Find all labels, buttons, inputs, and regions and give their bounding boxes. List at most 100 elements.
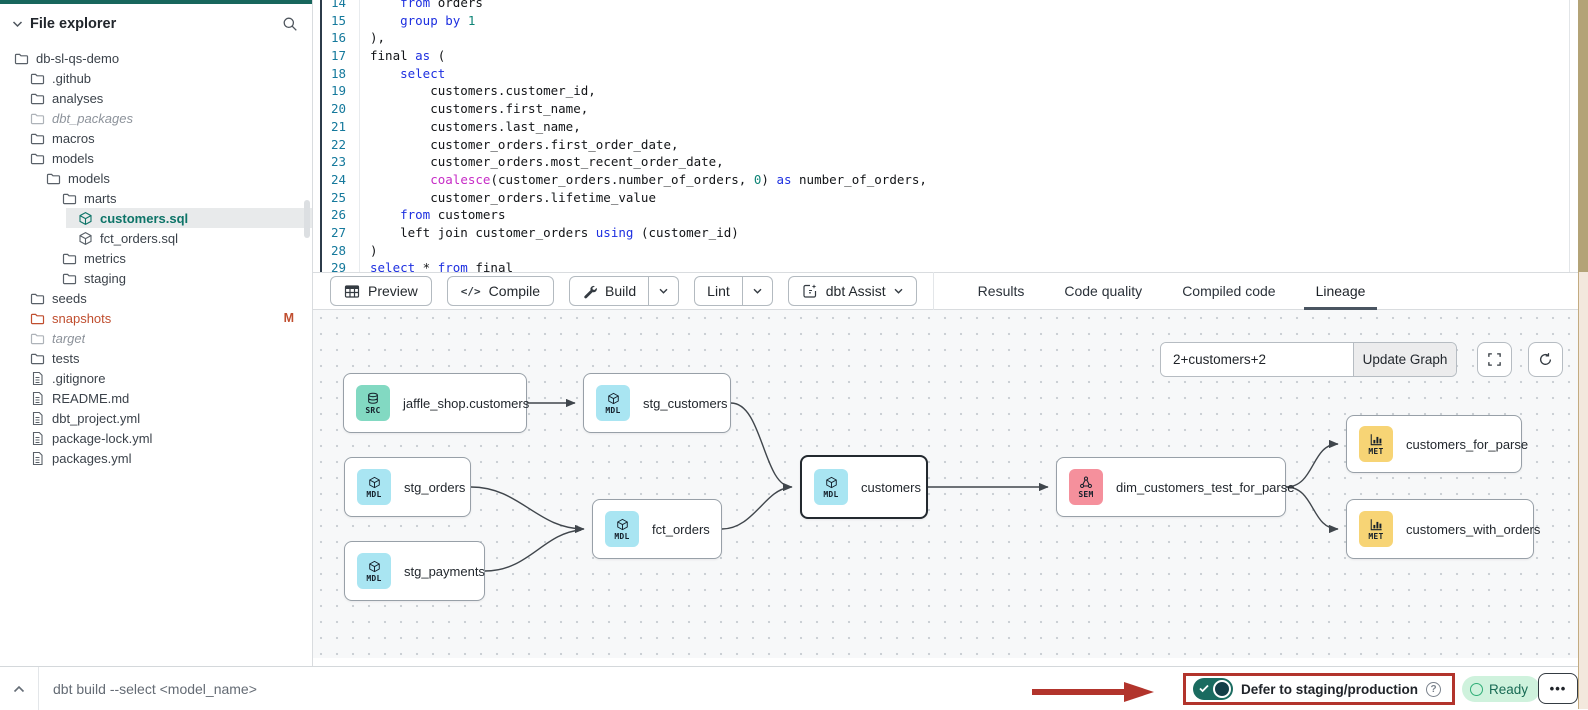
lineage-node-stg-payments[interactable]: MDL stg_payments <box>344 541 485 601</box>
defer-toggle[interactable] <box>1193 678 1233 700</box>
code-line[interactable]: 21 customers.last_name, <box>322 118 1578 136</box>
code-line[interactable]: 27 left join customer_orders using (cust… <box>322 224 1578 242</box>
code-line[interactable]: 25 customer_orders.lifetime_value <box>322 189 1578 207</box>
chevron-up-icon[interactable] <box>0 667 38 710</box>
lint-dropdown[interactable] <box>743 276 773 306</box>
folder-icon <box>46 171 61 186</box>
tab-lineage[interactable]: Lineage <box>1296 272 1386 310</box>
model-badge: MDL <box>605 511 639 547</box>
code-text: ), <box>360 29 385 47</box>
more-options-button[interactable]: ••• <box>1538 673 1578 704</box>
update-graph-button[interactable]: Update Graph <box>1353 343 1456 376</box>
node-label: jaffle_shop.customers <box>403 396 529 411</box>
folder-icon <box>30 291 45 306</box>
code-line[interactable]: 14 from orders <box>322 0 1578 12</box>
lineage-node-customers-with-orders[interactable]: MET customers_with_orders <box>1346 499 1534 559</box>
node-label: customers_with_orders <box>1406 522 1540 537</box>
code-line[interactable]: 18 select <box>322 65 1578 83</box>
dbt-assist-button[interactable]: dbt Assist <box>788 276 917 306</box>
file-tree-item[interactable]: customers.sql <box>0 208 312 228</box>
tab-results[interactable]: Results <box>958 272 1045 310</box>
code-line[interactable]: 15 group by 1 <box>322 12 1578 30</box>
lineage-node-fct-orders[interactable]: MDL fct_orders <box>592 499 722 559</box>
file-tree-item[interactable]: snapshots M <box>0 308 312 328</box>
node-label: dim_customers_test_for_parse <box>1116 480 1294 495</box>
file-tree-item[interactable]: analyses <box>0 88 312 108</box>
file-tree-item[interactable]: target <box>0 328 312 348</box>
file-tree-item[interactable]: tests <box>0 348 312 368</box>
scrollbar-thumb[interactable] <box>304 200 310 238</box>
model-cube-icon <box>78 211 93 226</box>
file-tree-item[interactable]: metrics <box>0 248 312 268</box>
file-name: fct_orders.sql <box>100 231 178 246</box>
lint-button[interactable]: Lint <box>694 276 743 306</box>
code-text: from customers <box>360 206 505 224</box>
code-line[interactable]: 22 customer_orders.first_order_date, <box>322 136 1578 154</box>
node-label: fct_orders <box>652 522 710 537</box>
code-line[interactable]: 26 from customers <box>322 206 1578 224</box>
file-tree-item[interactable]: seeds <box>0 288 312 308</box>
file-explorer-header: File explorer <box>0 0 312 42</box>
code-editor[interactable]: 14 from orders 15 group by 1 16 ), 17 fi… <box>322 0 1578 272</box>
file-tree-item[interactable]: packages.yml <box>0 448 312 468</box>
code-line[interactable]: 20 customers.first_name, <box>322 100 1578 118</box>
code-line[interactable]: 17 final as ( <box>322 47 1578 65</box>
line-number: 24 <box>322 171 360 189</box>
chevron-down-icon[interactable] <box>12 20 23 28</box>
file-tree-item[interactable]: dbt_packages <box>0 108 312 128</box>
file-tree-item[interactable]: staging <box>0 268 312 288</box>
file-icon <box>30 411 45 426</box>
chevron-down-icon <box>659 288 668 294</box>
tab-compiled-code[interactable]: Compiled code <box>1162 272 1295 310</box>
file-tree-item[interactable]: models <box>0 168 312 188</box>
bar-chart-icon <box>1369 518 1383 531</box>
graph-selector-input[interactable] <box>1161 343 1353 376</box>
file-tree-item[interactable]: fct_orders.sql <box>0 228 312 248</box>
file-tree-item[interactable]: marts <box>0 188 312 208</box>
fullscreen-button[interactable] <box>1477 342 1512 377</box>
node-label: customers <box>861 480 921 495</box>
code-line[interactable]: 19 customers.customer_id, <box>322 82 1578 100</box>
code-text: final as ( <box>360 47 445 65</box>
file-tree-item[interactable]: models <box>0 148 312 168</box>
lineage-node-stg-orders[interactable]: MDL stg_orders <box>344 457 471 517</box>
code-line[interactable]: 29 select * from final <box>322 259 1578 272</box>
code-line[interactable]: 23 customer_orders.most_recent_order_dat… <box>322 153 1578 171</box>
file-tree-item[interactable]: .gitignore <box>0 368 312 388</box>
file-tree-item[interactable]: dbt_project.yml <box>0 408 312 428</box>
preview-button[interactable]: Preview <box>330 276 432 306</box>
line-number: 21 <box>322 118 360 136</box>
lineage-node-customers[interactable]: MDL customers <box>800 455 928 519</box>
command-input[interactable] <box>39 667 999 710</box>
build-label: Build <box>605 283 636 299</box>
lineage-node-jaffle-shop-customers[interactable]: SRC jaffle_shop.customers <box>343 373 527 433</box>
line-number: 25 <box>322 189 360 207</box>
line-number: 22 <box>322 136 360 154</box>
search-icon[interactable] <box>282 16 298 32</box>
question-circle-icon[interactable]: ? <box>1426 682 1441 697</box>
file-tree-item[interactable]: package-lock.yml <box>0 428 312 448</box>
lineage-node-dim-customers-test-for-parse[interactable]: SEM dim_customers_test_for_parse <box>1056 457 1286 517</box>
code-line[interactable]: 24 coalesce(customer_orders.number_of_or… <box>322 171 1578 189</box>
refresh-button[interactable] <box>1528 342 1563 377</box>
lineage-node-stg-customers[interactable]: MDL stg_customers <box>583 373 731 433</box>
folder-icon <box>30 131 45 146</box>
code-line[interactable]: 16 ), <box>322 29 1578 47</box>
build-button[interactable]: Build <box>569 276 649 306</box>
check-icon <box>1199 684 1209 693</box>
line-number: 28 <box>322 242 360 260</box>
file-tree-item[interactable]: macros <box>0 128 312 148</box>
file-tree-item[interactable]: README.md <box>0 388 312 408</box>
line-number: 16 <box>322 29 360 47</box>
file-tree-item[interactable]: db-sl-qs-demo <box>0 48 312 68</box>
file-tree-item[interactable]: .github <box>0 68 312 88</box>
editor-scrollbar[interactable] <box>1569 0 1570 272</box>
file-name: packages.yml <box>52 451 131 466</box>
semantic-badge: SEM <box>1069 469 1103 505</box>
code-line[interactable]: 28 ) <box>322 242 1578 260</box>
build-dropdown[interactable] <box>649 276 679 306</box>
lineage-node-customers-for-parse[interactable]: MET customers_for_parse <box>1346 415 1522 473</box>
folder-icon <box>30 311 45 326</box>
tab-code-quality[interactable]: Code quality <box>1044 272 1162 310</box>
compile-button[interactable]: </> Compile <box>447 276 554 306</box>
